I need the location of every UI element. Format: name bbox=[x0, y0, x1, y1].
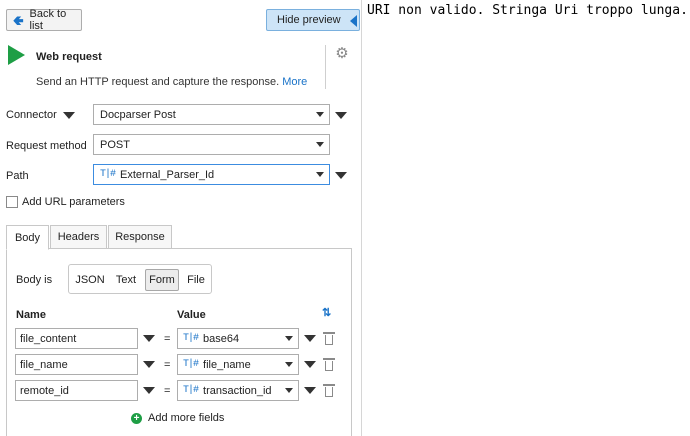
action-description: Send an HTTP request and capture the res… bbox=[36, 76, 307, 88]
field-name-input[interactable]: file_name bbox=[15, 354, 138, 375]
connector-select[interactable]: Docparser Post bbox=[93, 104, 330, 125]
text-variable-icon: T|# bbox=[100, 169, 116, 180]
connector-options-icon[interactable] bbox=[63, 112, 75, 119]
plus-circle-icon: + bbox=[131, 412, 142, 424]
text-variable-icon: T|# bbox=[183, 359, 199, 370]
request-method-select[interactable]: POST bbox=[93, 134, 330, 155]
add-more-fields-button[interactable]: + Add more fields bbox=[131, 412, 224, 424]
text-variable-icon: T|# bbox=[183, 385, 199, 396]
connector-menu-icon[interactable] bbox=[335, 112, 347, 119]
editor-panel: 🢀 Back to list Hide preview Web request … bbox=[0, 0, 362, 436]
field-name-value: file_name bbox=[20, 358, 68, 371]
more-link[interactable]: More bbox=[282, 76, 307, 88]
field-name-input[interactable]: file_content bbox=[15, 328, 138, 349]
path-label: Path bbox=[6, 170, 29, 182]
name-column-header: Name bbox=[16, 309, 46, 321]
tab-headers[interactable]: Headers bbox=[50, 225, 107, 249]
header-divider bbox=[325, 45, 326, 89]
chevron-down-icon bbox=[285, 362, 293, 367]
request-method-value: POST bbox=[100, 138, 130, 151]
action-description-text: Send an HTTP request and capture the res… bbox=[36, 76, 280, 88]
field-value-menu-icon[interactable] bbox=[304, 361, 316, 368]
equals-sign: = bbox=[164, 359, 171, 371]
tab-body[interactable]: Body bbox=[6, 225, 49, 250]
chevron-down-icon bbox=[316, 172, 324, 177]
trash-icon[interactable] bbox=[323, 331, 335, 345]
field-name-value: file_content bbox=[20, 332, 77, 345]
equals-sign: = bbox=[164, 333, 171, 345]
tab-body-label: Body bbox=[14, 231, 41, 244]
field-name-menu-icon[interactable] bbox=[143, 335, 155, 342]
preview-error-text: URI non valido. Stringa Uri troppo lunga… bbox=[367, 3, 688, 18]
body-type-json[interactable]: JSON bbox=[75, 269, 105, 291]
body-type-form[interactable]: Form bbox=[145, 269, 179, 291]
add-url-parameters-label: Add URL parameters bbox=[22, 196, 125, 208]
trash-icon[interactable] bbox=[323, 357, 335, 371]
path-menu-icon[interactable] bbox=[335, 172, 347, 179]
collapse-left-icon bbox=[350, 15, 357, 27]
text-variable-icon: T|# bbox=[183, 333, 199, 344]
field-value-select[interactable]: T|# transaction_id bbox=[177, 380, 299, 401]
field-value-select[interactable]: T|# base64 bbox=[177, 328, 299, 349]
chevron-down-icon bbox=[316, 112, 324, 117]
field-name-value: remote_id bbox=[20, 384, 69, 397]
connector-value: Docparser Post bbox=[100, 108, 176, 121]
action-title: Web request bbox=[36, 51, 102, 63]
tab-response-label: Response bbox=[115, 231, 165, 243]
add-more-fields-label: Add more fields bbox=[148, 412, 225, 424]
field-name-menu-icon[interactable] bbox=[143, 361, 155, 368]
chevron-down-icon bbox=[316, 142, 324, 147]
sort-icon[interactable]: ⇅ bbox=[322, 306, 331, 319]
hide-preview-button[interactable]: Hide preview bbox=[266, 9, 360, 31]
request-method-label: Request method bbox=[6, 140, 87, 152]
path-select[interactable]: T|# External_Parser_Id bbox=[93, 164, 330, 185]
path-value: External_Parser_Id bbox=[120, 168, 215, 181]
web-request-icon bbox=[8, 45, 25, 65]
hide-preview-label: Hide preview bbox=[277, 14, 341, 26]
body-type-text[interactable]: Text bbox=[111, 269, 141, 291]
chevron-down-icon bbox=[285, 388, 293, 393]
field-value-text: transaction_id bbox=[203, 384, 272, 397]
equals-sign: = bbox=[164, 385, 171, 397]
add-url-parameters-checkbox[interactable] bbox=[6, 196, 18, 208]
chevron-down-icon bbox=[285, 336, 293, 341]
body-type-file[interactable]: File bbox=[183, 269, 209, 291]
body-type-selector: JSON Text Form File bbox=[68, 264, 212, 294]
body-is-label: Body is bbox=[16, 274, 53, 286]
gear-icon[interactable]: ⚙ bbox=[334, 46, 350, 62]
field-value-menu-icon[interactable] bbox=[304, 335, 316, 342]
connector-label: Connector bbox=[6, 109, 57, 121]
field-value-text: base64 bbox=[203, 332, 240, 345]
field-name-input[interactable]: remote_id bbox=[15, 380, 138, 401]
preview-panel: URI non valido. Stringa Uri troppo lunga… bbox=[363, 0, 690, 436]
back-to-list-button[interactable]: 🢀 Back to list bbox=[6, 8, 82, 32]
field-value-select[interactable]: T|# file_name bbox=[177, 354, 299, 375]
trash-icon[interactable] bbox=[323, 383, 335, 397]
value-column-header: Value bbox=[177, 309, 206, 321]
back-to-list-label: Back to list bbox=[29, 8, 67, 32]
arrow-left-icon: 🢀 bbox=[13, 12, 24, 28]
tab-headers-label: Headers bbox=[57, 231, 100, 243]
field-value-text: file_name bbox=[203, 358, 251, 371]
tab-response[interactable]: Response bbox=[108, 225, 172, 249]
field-value-menu-icon[interactable] bbox=[304, 387, 316, 394]
field-name-menu-icon[interactable] bbox=[143, 387, 155, 394]
